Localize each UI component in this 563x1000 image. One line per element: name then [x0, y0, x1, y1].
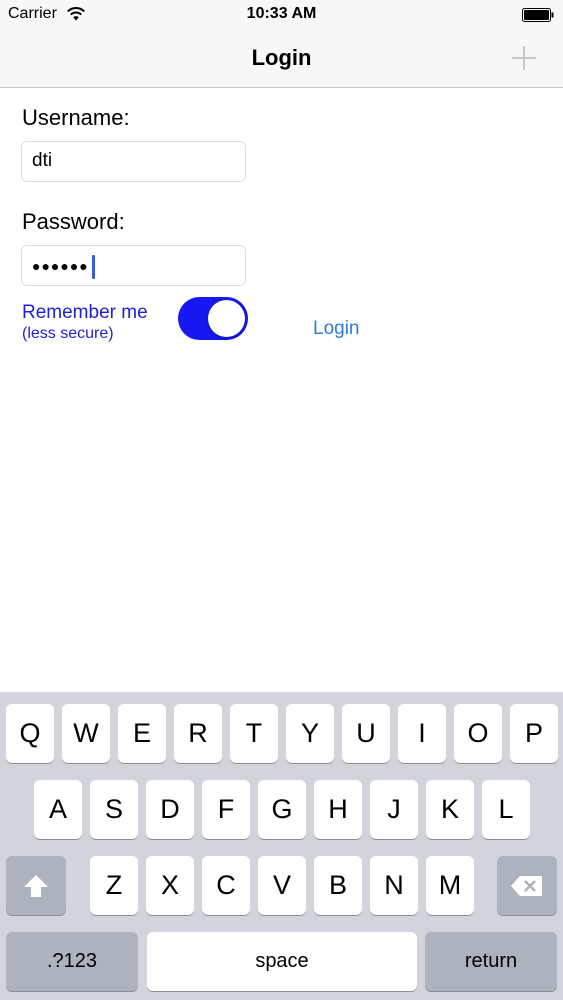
key-x[interactable]: X [146, 856, 194, 915]
key-k[interactable]: K [426, 780, 474, 839]
status-bar: Carrier 10:33 AM [0, 0, 563, 30]
return-key[interactable]: return [425, 932, 557, 991]
numbers-mode-key[interactable]: .?123 [6, 932, 138, 991]
space-key[interactable]: space [147, 932, 417, 991]
password-label: Password: [22, 209, 125, 234]
key-i[interactable]: I [398, 704, 446, 763]
text-caret [92, 255, 95, 279]
toggle-knob [208, 300, 245, 337]
remember-me-sublabel: (less secure) [22, 325, 114, 342]
keyboard: QWERTYUIOP ASDFGHJKL ZXCVBNM .?123 space… [0, 692, 563, 1000]
username-field[interactable]: dti [21, 141, 246, 182]
key-s[interactable]: S [90, 780, 138, 839]
key-t[interactable]: T [230, 704, 278, 763]
key-p[interactable]: P [510, 704, 558, 763]
key-f[interactable]: F [202, 780, 250, 839]
shift-key[interactable] [6, 856, 66, 915]
key-u[interactable]: U [342, 704, 390, 763]
page-title: Login [251, 45, 312, 70]
key-w[interactable]: W [62, 704, 110, 763]
username-label: Username: [22, 105, 130, 130]
password-field[interactable]: ●●●●●● [21, 245, 246, 286]
status-time: 10:33 AM [246, 5, 317, 22]
navigation-bar: Login [0, 30, 563, 88]
key-c[interactable]: C [202, 856, 250, 915]
key-v[interactable]: V [258, 856, 306, 915]
delete-key[interactable] [497, 856, 557, 915]
add-button[interactable] [506, 40, 542, 76]
key-d[interactable]: D [146, 780, 194, 839]
key-y[interactable]: Y [286, 704, 334, 763]
key-n[interactable]: N [370, 856, 418, 915]
key-b[interactable]: B [314, 856, 362, 915]
key-r[interactable]: R [174, 704, 222, 763]
key-q[interactable]: Q [6, 704, 54, 763]
key-o[interactable]: O [454, 704, 502, 763]
battery-icon [522, 8, 554, 22]
key-h[interactable]: H [314, 780, 362, 839]
username-value: dti [32, 150, 53, 171]
key-m[interactable]: M [426, 856, 474, 915]
plus-icon [512, 46, 536, 70]
remember-me-label: Remember me [22, 302, 148, 323]
key-a[interactable]: A [34, 780, 82, 839]
key-g[interactable]: G [258, 780, 306, 839]
key-j[interactable]: J [370, 780, 418, 839]
login-button[interactable]: Login [313, 318, 360, 340]
shift-icon [24, 874, 48, 897]
key-z[interactable]: Z [90, 856, 138, 915]
remember-me-toggle[interactable] [178, 297, 248, 340]
key-l[interactable]: L [482, 780, 530, 839]
password-value: ●●●●●● [32, 258, 89, 274]
delete-icon [511, 875, 542, 896]
key-e[interactable]: E [118, 704, 166, 763]
